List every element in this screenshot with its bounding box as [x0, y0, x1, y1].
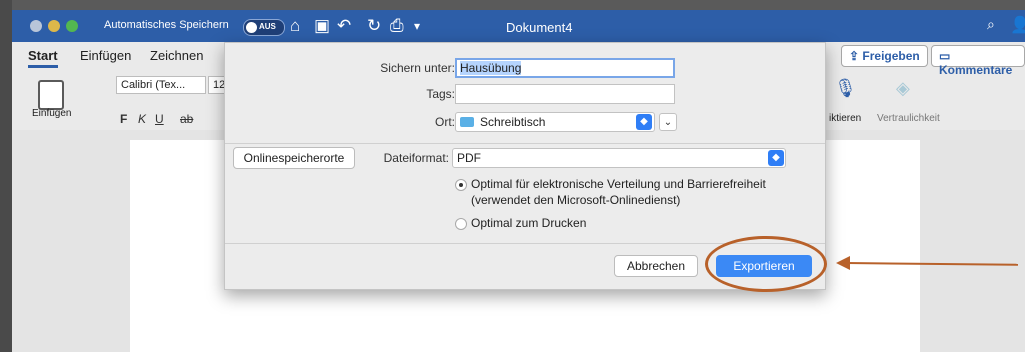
location-select[interactable]: Schreibtisch	[455, 112, 655, 132]
save-as-label: Sichern unter:	[380, 61, 455, 75]
sensitivity-icon[interactable]: ◈	[896, 78, 910, 99]
italic-button[interactable]: K	[138, 112, 146, 126]
bold-button[interactable]: F	[120, 112, 127, 126]
file-format-label: Dateiformat:	[383, 151, 449, 165]
search-icon[interactable]: ⌕	[987, 16, 995, 33]
customize-icon[interactable]: ▾	[414, 19, 420, 33]
share-icon: ⇪	[849, 49, 863, 63]
redo-icon[interactable]: ↻	[367, 16, 381, 36]
paste-icon[interactable]	[38, 80, 64, 110]
close-window-button[interactable]	[30, 20, 42, 32]
person-icon[interactable]: 👤	[1010, 15, 1025, 35]
file-format-stepper-icon[interactable]: ◆	[768, 150, 784, 166]
tags-input[interactable]	[455, 84, 675, 104]
dictate-label: iktieren	[829, 113, 862, 124]
annotation-arrow-head	[836, 256, 850, 270]
document-title: Dokument4	[506, 20, 573, 35]
font-name-select[interactable]: Calibri (Tex...	[116, 76, 206, 94]
window-frame-top	[0, 0, 1025, 10]
title-bar: Automatisches Speichern AUS ⌂ ▣ ↶ ↻ ⎙ ▾ …	[12, 10, 1025, 42]
tab-draw[interactable]: Zeichnen	[150, 48, 203, 63]
tab-start[interactable]: Start	[28, 48, 58, 68]
radio-selected-dot	[459, 183, 463, 187]
toggle-knob	[246, 22, 257, 33]
home-icon[interactable]: ⌂	[290, 16, 300, 36]
autosave-toggle-state: AUS	[259, 22, 276, 31]
microphone-icon[interactable]: 🎙	[834, 78, 857, 99]
share-label: Freigeben	[862, 49, 920, 63]
save-as-input[interactable]: Hausübung	[455, 58, 675, 78]
print-icon[interactable]: ⎙	[390, 16, 404, 36]
folder-icon	[460, 117, 474, 127]
annotation-circle	[705, 236, 827, 292]
share-button[interactable]: ⇪ Freigeben	[841, 45, 928, 67]
minimize-window-button[interactable]	[48, 20, 60, 32]
save-as-value: Hausübung	[460, 61, 522, 75]
option-print-label: Optimal zum Drucken	[471, 216, 587, 230]
save-icon[interactable]: ▣	[314, 16, 330, 36]
location-value: Schreibtisch	[480, 115, 546, 129]
divider	[225, 143, 825, 144]
maximize-window-button[interactable]	[66, 20, 78, 32]
comment-icon: ▭	[939, 49, 951, 63]
tab-insert[interactable]: Einfügen	[80, 48, 131, 63]
file-format-select[interactable]: PDF	[452, 148, 786, 168]
radio-optimal-electronic[interactable]	[455, 179, 467, 191]
undo-icon[interactable]: ↶	[337, 16, 351, 36]
autosave-label: Automatisches Speichern	[104, 19, 229, 31]
autosave-toggle[interactable]: AUS	[243, 19, 285, 36]
comments-button[interactable]: ▭ Kommentare	[931, 45, 1025, 77]
location-label: Ort:	[435, 115, 455, 129]
sensitivity-label: Vertraulichkeit	[877, 113, 940, 124]
strikethrough-button[interactable]: ab	[180, 112, 193, 126]
cancel-button[interactable]: Abbrechen	[614, 255, 698, 277]
window-frame-left	[0, 0, 12, 352]
option-electronic-line2: (verwendet den Microsoft-Onlinedienst)	[471, 193, 681, 207]
underline-button[interactable]: U	[155, 112, 164, 126]
comments-label: Kommentare	[939, 63, 1013, 77]
tags-label: Tags:	[426, 87, 455, 101]
option-electronic-line1: Optimal für elektronische Verteilung und…	[471, 177, 766, 191]
location-select-stepper-icon[interactable]: ◆	[636, 114, 652, 130]
online-locations-button[interactable]: Onlinespeicherorte	[233, 147, 355, 169]
expand-dialog-chevron-icon[interactable]: ⌄	[659, 113, 677, 131]
paste-label: Einfügen	[32, 108, 72, 119]
radio-optimal-print[interactable]	[455, 218, 467, 230]
